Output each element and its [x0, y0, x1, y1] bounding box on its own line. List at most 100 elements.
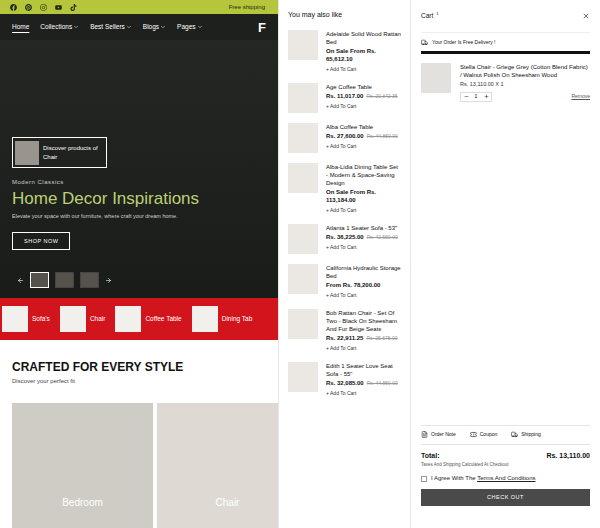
- product-name[interactable]: Age Coffee Table: [326, 83, 398, 91]
- hero-eyebrow: Modern Classics: [12, 178, 64, 186]
- pinterest-icon[interactable]: [25, 4, 32, 11]
- slide-thumbnail[interactable]: [30, 272, 49, 288]
- product-image: [288, 30, 318, 60]
- category-strip: Sofa's Chair Coffee Table Dining Tab: [0, 298, 278, 340]
- product-image: [288, 264, 318, 294]
- product-name[interactable]: Alba Coffee Table: [326, 123, 398, 131]
- slide-thumbnail[interactable]: [55, 272, 74, 288]
- add-to-cart-link[interactable]: + Add To Cart: [326, 244, 398, 251]
- recommendation-item[interactable]: Atlanta 1 Seater Sofa - 53"Rs. 36,225.00…: [279, 219, 410, 259]
- style-card[interactable]: Bedroom: [12, 403, 153, 528]
- product-price: Rs. 11,017.00: [326, 92, 363, 100]
- product-image: [288, 163, 318, 193]
- product-name[interactable]: Alba-Lidia Dining Table Set - Modern & S…: [326, 163, 401, 187]
- category-item[interactable]: Chair: [60, 306, 106, 332]
- product-image: [288, 83, 318, 113]
- style-section: CRAFTED FOR EVERY STYLE Discover your per…: [0, 340, 278, 528]
- slide-thumbnail[interactable]: [80, 272, 99, 288]
- checkout-button[interactable]: CHECK OUT: [421, 489, 590, 506]
- add-to-cart-link[interactable]: + Add To Cart: [326, 143, 398, 150]
- category-thumbnail: [192, 306, 218, 332]
- recommendation-item[interactable]: Edith 1 Seater Love Seat Sofa - 55"Rs. 3…: [279, 357, 410, 402]
- cart-drawer: Cart1Your Order Is Free Delivery !Stella…: [410, 0, 600, 528]
- recommendation-item[interactable]: Bob Rattan Chair - Set Of Two - Black On…: [279, 304, 410, 357]
- recommendation-item[interactable]: Alba-Lidia Dining Table Set - Modern & S…: [279, 158, 410, 219]
- product-image: [288, 309, 318, 339]
- recommendation-item[interactable]: Alba Coffee TableRs. 27,600.00Rs. 44,850…: [279, 118, 410, 158]
- announcement-bar: Free shipping: [0, 0, 278, 14]
- arrow-right-icon[interactable]: [105, 277, 112, 284]
- delivery-message: Your Order Is Free Delivery !: [432, 39, 495, 47]
- quantity-value[interactable]: 1: [471, 93, 481, 101]
- discover-thumbnail: [15, 141, 39, 165]
- discover-box[interactable]: Discover products ofChair: [12, 137, 107, 168]
- category-item[interactable]: Sofa's: [2, 306, 50, 332]
- product-compare-price: Rs. 25,675.00: [366, 334, 397, 342]
- quantity-control: 1: [460, 92, 492, 102]
- category-label: Sofa's: [32, 314, 50, 324]
- add-to-cart-link[interactable]: + Add To Cart: [326, 103, 398, 110]
- nav-item[interactable]: Pages: [177, 22, 202, 32]
- category-label: Chair: [90, 314, 106, 324]
- product-name[interactable]: Bob Rattan Chair - Set Of Two - Black On…: [326, 309, 401, 333]
- product-compare-price: Rs. 44,850.00: [367, 379, 398, 387]
- nav-item[interactable]: Collections: [40, 22, 79, 32]
- instagram-icon[interactable]: [40, 4, 47, 11]
- product-name[interactable]: California Hydraulic Storage Bed: [326, 264, 401, 280]
- logo[interactable]: F: [258, 21, 266, 34]
- recommendation-item[interactable]: Adelaide Solid Wood Rattan BedOn Sale Fr…: [279, 25, 410, 78]
- shop-now-button[interactable]: SHOP NOW: [12, 232, 70, 250]
- product-name[interactable]: Adelaide Solid Wood Rattan Bed: [326, 30, 401, 46]
- tiktok-icon[interactable]: [70, 4, 77, 11]
- section-subtitle: Discover your perfect fit: [12, 377, 266, 385]
- add-to-cart-link[interactable]: + Add To Cart: [326, 66, 401, 73]
- add-to-cart-link[interactable]: + Add To Cart: [326, 345, 401, 352]
- category-label: Coffee Table: [145, 314, 181, 324]
- minus-icon: [464, 94, 469, 99]
- nav-item[interactable]: Blogs: [143, 22, 166, 32]
- app: Free shipping Home Collections Best Sellers…: [0, 0, 600, 528]
- recommendation-item[interactable]: California Hydraulic Storage BedFrom Rs.…: [279, 259, 410, 304]
- product-name[interactable]: Edith 1 Seater Love Seat Sofa - 55": [326, 362, 401, 378]
- cart-tool[interactable]: Order Note: [421, 431, 456, 439]
- increment-button[interactable]: [481, 94, 491, 99]
- cart-tool[interactable]: Shipping: [511, 431, 540, 439]
- category-thumbnail: [115, 306, 141, 332]
- terms-checkbox[interactable]: [421, 476, 427, 482]
- youtube-icon[interactable]: [55, 4, 62, 11]
- category-item[interactable]: Coffee Table: [115, 306, 181, 332]
- product-price: From Rs. 78,200.00: [326, 281, 380, 289]
- nav-bar: Home Collections Best Sellers Blogs Pages F: [0, 14, 278, 40]
- decrement-button[interactable]: [461, 94, 471, 99]
- nav-item[interactable]: Best Sellers: [90, 22, 132, 32]
- product-price: Rs. 27,600.00: [326, 132, 364, 140]
- facebook-icon[interactable]: [10, 4, 17, 11]
- chevron-down-icon: [197, 24, 203, 30]
- arrow-left-icon[interactable]: [17, 277, 24, 284]
- terms-link[interactable]: Terms And Conditions: [477, 475, 535, 481]
- category-item[interactable]: Dining Tab: [192, 306, 253, 332]
- cart-tool[interactable]: Coupon: [470, 431, 498, 439]
- hero-subtitle: Elevate your space with our furniture, w…: [12, 212, 178, 220]
- style-card[interactable]: Chair: [157, 403, 278, 528]
- category-label: Dining Tab: [222, 314, 253, 324]
- delivery-progress-fill: [421, 51, 590, 54]
- add-to-cart-link[interactable]: + Add To Cart: [326, 390, 401, 397]
- add-to-cart-link[interactable]: + Add To Cart: [326, 207, 401, 214]
- product-compare-price: Rs. 20,342.35: [366, 92, 397, 100]
- product-name[interactable]: Atlanta 1 Seater Sofa - 53": [326, 224, 398, 232]
- style-card-label: Bedroom: [62, 495, 103, 510]
- section-title: CRAFTED FOR EVERY STYLE: [12, 360, 266, 375]
- remove-link[interactable]: Remove: [571, 93, 590, 101]
- nav-item[interactable]: Home: [12, 22, 29, 32]
- add-to-cart-link[interactable]: + Add To Cart: [326, 292, 401, 299]
- chevron-down-icon: [160, 24, 166, 30]
- close-icon[interactable]: [582, 12, 590, 20]
- chevron-down-icon: [126, 24, 132, 30]
- product-image: [288, 362, 318, 392]
- product-compare-price: Rs. 44,850.00: [367, 132, 398, 140]
- terms-row[interactable]: I Agree With The Terms And Conditions: [421, 474, 590, 483]
- recommendation-item[interactable]: Age Coffee TableRs. 11,017.00Rs. 20,342.…: [279, 78, 410, 118]
- recommendations-panel: You may also likeAdelaide Solid Wood Rat…: [278, 0, 410, 528]
- cart-item-name[interactable]: Stella Chair - Griege Grey (Cotton Blend…: [460, 63, 590, 79]
